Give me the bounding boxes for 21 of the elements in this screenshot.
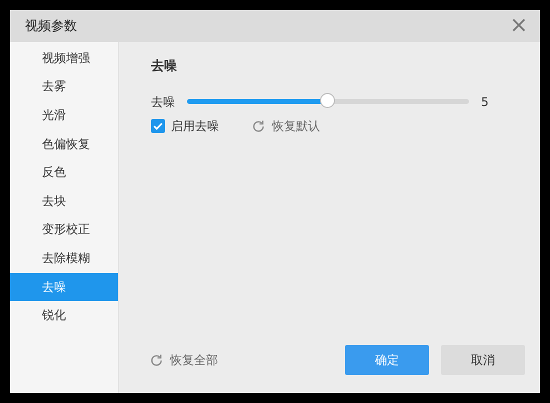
sidebar-item[interactable]: 光滑 <box>10 101 118 130</box>
sidebar-item[interactable]: 锐化 <box>10 301 118 330</box>
slider-value: 5 <box>481 95 489 109</box>
window-title: 视频参数 <box>25 18 77 35</box>
sidebar-item[interactable]: 去雾 <box>10 72 118 102</box>
restore-all-button[interactable]: 恢复全部 <box>149 352 218 368</box>
sidebar-item[interactable]: 去块 <box>10 186 118 216</box>
checkbox-label: 启用去噪 <box>171 118 219 134</box>
cancel-button[interactable]: 取消 <box>441 345 525 375</box>
restore-default-button[interactable]: 恢复默认 <box>251 118 320 134</box>
sidebar-item[interactable]: 去除模糊 <box>10 244 118 273</box>
sidebar-item[interactable]: 色偏恢复 <box>10 130 118 158</box>
refresh-icon <box>251 118 266 134</box>
slider-thumb[interactable] <box>320 93 335 108</box>
refresh-icon <box>149 352 164 368</box>
section-heading: 去噪 <box>151 58 177 75</box>
slider-label: 去噪 <box>151 94 175 110</box>
sidebar-item[interactable]: 视频增强 <box>10 44 118 73</box>
checkbox[interactable] <box>151 119 165 133</box>
sidebar-item[interactable]: 反色 <box>10 158 118 187</box>
sidebar-item[interactable]: 变形校正 <box>10 216 118 244</box>
